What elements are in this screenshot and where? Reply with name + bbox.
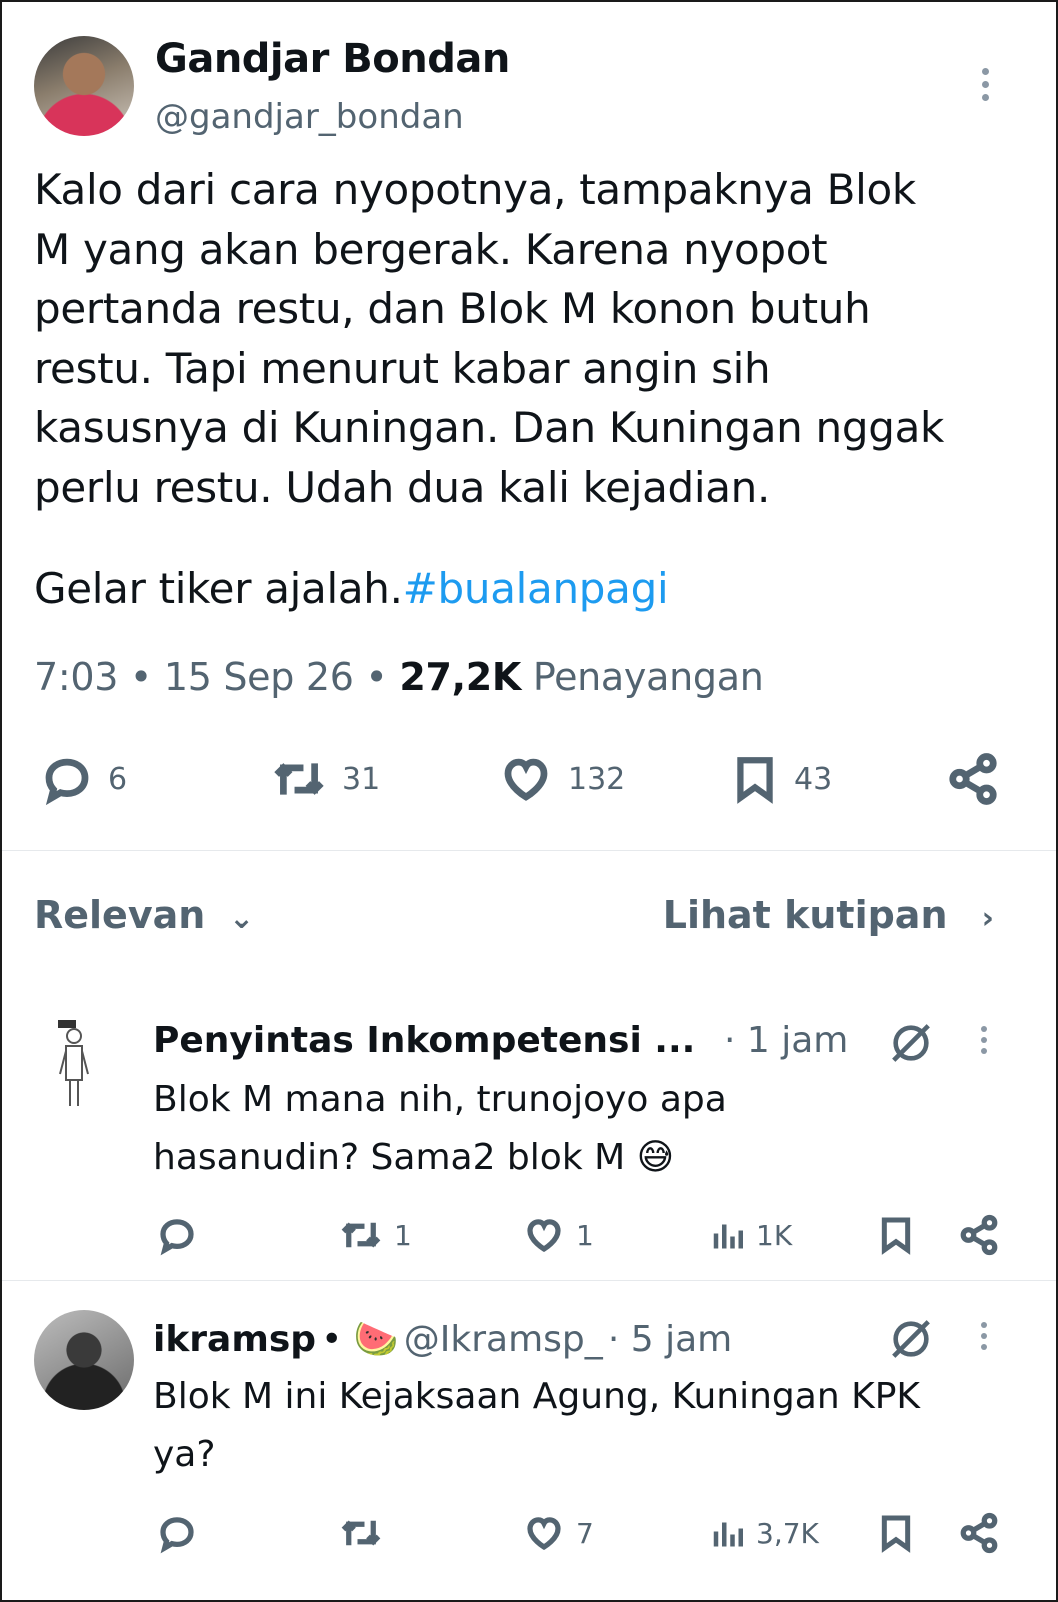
- reply-header: ikramsp • 🍉 @Ikramsp_ · 5 jam: [153, 1318, 732, 1360]
- reply-button[interactable]: 6: [40, 752, 127, 806]
- retweet-icon: [341, 1520, 381, 1546]
- bookmark-button[interactable]: 43: [730, 752, 832, 806]
- reply-text: Blok M mana nih, trunojoyo apa hasanudin…: [153, 1079, 727, 1178]
- like-button[interactable]: 132: [498, 752, 625, 806]
- reply-avatar[interactable]: [34, 1310, 134, 1410]
- bookmark-icon: [881, 1515, 911, 1553]
- reply-more-icon[interactable]: [972, 1322, 996, 1358]
- reply-author-emoji: • 🍉: [321, 1319, 399, 1360]
- tweet-date[interactable]: 15 Sep 26: [164, 655, 354, 699]
- divider: [2, 1280, 1056, 1281]
- reply-author-name[interactable]: ikramsp: [153, 1319, 316, 1360]
- retweet-button[interactable]: 31: [270, 752, 380, 806]
- view-quotes-link[interactable]: Lihat kutipan ›: [663, 893, 994, 937]
- bookmark-icon: [737, 757, 773, 804]
- chevron-down-icon: ⌄: [218, 901, 255, 936]
- author-name[interactable]: Gandjar Bondan: [155, 36, 510, 82]
- tweet-text: Kalo dari cara nyopotnya, tampaknya Blok…: [34, 165, 945, 512]
- share-button[interactable]: [946, 752, 1000, 806]
- reply-like-button[interactable]: 1: [522, 1214, 594, 1256]
- reply-like-count: 1: [576, 1218, 594, 1252]
- sort-label: Relevan: [34, 893, 206, 937]
- tweet-text-line: Gelar tiker ajalah.#bualanpagi: [34, 564, 669, 613]
- hashtag-link[interactable]: #bualanpagi: [403, 564, 669, 613]
- reply-bookmark-button[interactable]: [876, 1512, 916, 1554]
- reply-author-handle[interactable]: @Ikramsp_: [404, 1319, 603, 1360]
- bookmark-icon: [881, 1217, 911, 1255]
- reply-views-button[interactable]: 1K: [710, 1214, 792, 1256]
- views-icon: [713, 1522, 743, 1547]
- reply-reply-button[interactable]: [156, 1214, 198, 1256]
- divider: [2, 850, 1056, 851]
- mute-icon[interactable]: [888, 1020, 934, 1070]
- heart-icon: [527, 1517, 561, 1551]
- reply-views-count: 3,7K: [756, 1516, 819, 1550]
- reply-count: 6: [108, 761, 128, 797]
- share-icon: [960, 1512, 998, 1554]
- views-icon: [713, 1224, 743, 1249]
- chevron-right-icon: ›: [960, 901, 994, 936]
- reply-time[interactable]: · 1 jam: [724, 1020, 848, 1061]
- author-avatar[interactable]: [34, 36, 134, 136]
- retweet-count: 31: [342, 761, 381, 797]
- reply-time[interactable]: · 5 jam: [608, 1319, 732, 1360]
- heart-icon: [527, 1219, 561, 1253]
- share-icon: [960, 1214, 998, 1256]
- reply-icon: [45, 758, 89, 806]
- view-quotes-label: Lihat kutipan: [662, 893, 948, 937]
- reply-retweet-button[interactable]: 1: [338, 1214, 412, 1256]
- views-count: 27,2K: [399, 655, 522, 699]
- heart-icon: [504, 758, 548, 801]
- reply-avatar[interactable]: [46, 1016, 110, 1116]
- mute-icon[interactable]: [888, 1316, 934, 1366]
- tweet-text-closing: Gelar tiker ajalah.: [34, 564, 403, 613]
- reply-share-button[interactable]: [958, 1512, 1000, 1554]
- reply-retweet-button[interactable]: [338, 1512, 384, 1554]
- reply-icon: [160, 1219, 194, 1256]
- reply-like-count: 7: [576, 1516, 594, 1550]
- reply-reply-button[interactable]: [156, 1512, 198, 1554]
- reply-retweet-count: 1: [394, 1218, 412, 1252]
- views-label: Penayangan: [532, 655, 764, 699]
- reply-views-count: 1K: [756, 1218, 793, 1252]
- author-handle[interactable]: @gandjar_bondan: [155, 97, 464, 137]
- share-icon: [949, 753, 997, 805]
- more-options-icon[interactable]: [970, 68, 1000, 108]
- reply-share-button[interactable]: [958, 1214, 1000, 1256]
- tweet-time[interactable]: 7:03: [34, 655, 118, 699]
- reply-author-name[interactable]: Penyintas Inkompetensi ...: [153, 1020, 695, 1061]
- reply-more-icon[interactable]: [972, 1026, 996, 1062]
- reply-text: Blok M ini Kejaksaan Agung, Kuningan KPK…: [153, 1376, 921, 1475]
- reply-icon: [160, 1517, 194, 1554]
- reply-bookmark-button[interactable]: [876, 1214, 916, 1256]
- retweet-icon: [341, 1222, 381, 1248]
- bookmark-count: 43: [794, 761, 833, 797]
- tweet-meta: 7:03 • 15 Sep 26 • 27,2K Penayangan: [34, 655, 764, 699]
- sort-dropdown[interactable]: Relevan ⌄: [34, 893, 254, 937]
- like-count: 132: [568, 761, 626, 797]
- reply-views-button[interactable]: 3,7K: [710, 1512, 819, 1554]
- retweet-icon: [274, 763, 324, 795]
- reply-like-button[interactable]: 7: [522, 1512, 594, 1554]
